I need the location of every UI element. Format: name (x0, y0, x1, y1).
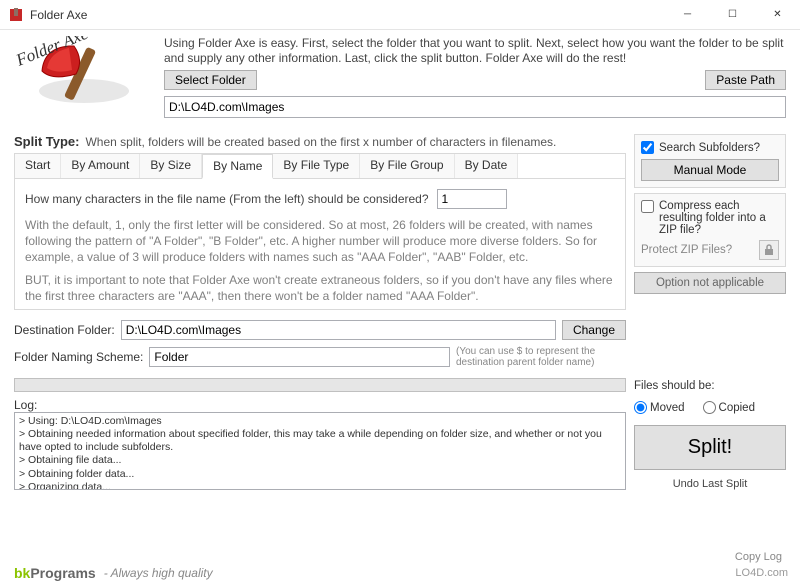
log-line: > Organizing data... (19, 481, 621, 490)
footer-tagline: - Always high quality (104, 566, 213, 580)
log-line: > Obtaining needed information about spe… (19, 428, 621, 454)
copied-radio[interactable]: Copied (703, 401, 755, 414)
log-line: > Using: D:\LO4D.com\Images (19, 415, 621, 428)
option-not-applicable-button[interactable]: Option not applicable (634, 272, 786, 294)
change-destination-button[interactable]: Change (562, 320, 626, 340)
paste-path-button[interactable]: Paste Path (705, 70, 786, 90)
intro-text: Using Folder Axe is easy. First, select … (164, 36, 786, 66)
titlebar: Folder Axe ─ ☐ ✕ (0, 0, 800, 30)
copy-log-link[interactable]: Copy Log (735, 551, 782, 563)
char-question: How many characters in the file name (Fr… (25, 192, 429, 206)
progress-bar (14, 378, 626, 392)
tab-by-amount[interactable]: By Amount (61, 154, 140, 178)
log-output[interactable]: > Using: D:\LO4D.com\Images> Obtaining n… (14, 412, 626, 490)
footer-logo: bkPrograms (14, 565, 96, 581)
undo-last-split-link[interactable]: Undo Last Split (634, 478, 786, 490)
tab-start[interactable]: Start (15, 154, 61, 178)
maximize-button[interactable]: ☐ (710, 0, 755, 30)
split-type-tabs: StartBy AmountBy SizeBy NameBy File Type… (14, 153, 626, 310)
split-button[interactable]: Split! (634, 425, 786, 470)
tab-by-file-type[interactable]: By File Type (273, 154, 360, 178)
compress-zip-label: Compress each resulting folder into a ZI… (659, 200, 779, 236)
moved-radio[interactable]: Moved (634, 401, 685, 414)
tab-by-name[interactable]: By Name (202, 154, 273, 179)
tab-by-size[interactable]: By Size (140, 154, 202, 178)
log-label: Log: (14, 398, 626, 412)
char-count-input[interactable] (437, 189, 507, 209)
lock-icon[interactable] (759, 240, 779, 260)
split-type-desc: When split, folders will be created base… (85, 135, 556, 149)
watermark: LO4D.com (735, 567, 788, 579)
protect-zip-label: Protect ZIP Files? (641, 244, 732, 256)
log-line: > Obtaining file data... (19, 454, 621, 467)
byname-para1: With the default, 1, only the first lett… (25, 217, 615, 266)
app-icon (8, 7, 24, 23)
app-logo: Folder Axe (14, 36, 154, 126)
search-subfolders-input[interactable] (641, 141, 654, 154)
scheme-input[interactable] (149, 347, 450, 367)
close-button[interactable]: ✕ (755, 0, 800, 30)
files-should-be-label: Files should be: (634, 380, 786, 392)
destination-label: Destination Folder: (14, 323, 115, 337)
window-title: Folder Axe (30, 8, 87, 22)
select-folder-button[interactable]: Select Folder (164, 70, 257, 90)
scheme-hint: (You can use $ to represent the destinat… (456, 346, 626, 368)
minimize-button[interactable]: ─ (665, 0, 710, 30)
tab-by-date[interactable]: By Date (455, 154, 519, 178)
destination-input[interactable] (121, 320, 556, 340)
tab-by-file-group[interactable]: By File Group (360, 154, 454, 178)
search-subfolders-checkbox[interactable]: Search Subfolders? (641, 141, 779, 154)
split-type-label: Split Type: (14, 134, 79, 149)
footer: bkPrograms - Always high quality (14, 565, 786, 581)
byname-para2: BUT, it is important to note that Folder… (25, 272, 615, 304)
manual-mode-button[interactable]: Manual Mode (641, 159, 779, 181)
scheme-label: Folder Naming Scheme: (14, 350, 143, 364)
compress-zip-checkbox[interactable] (641, 200, 654, 213)
log-line: > Obtaining folder data... (19, 468, 621, 481)
folder-path-input[interactable] (164, 96, 786, 118)
